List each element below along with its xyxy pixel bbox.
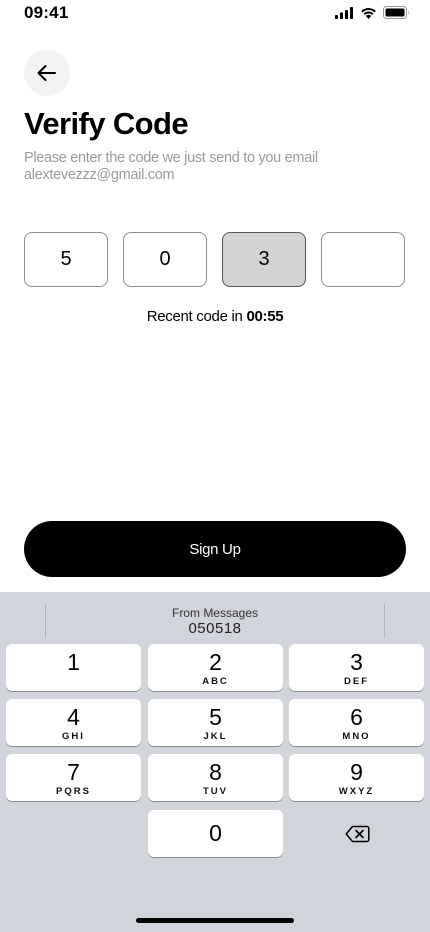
key-6[interactable]: 6 MNO (289, 699, 424, 746)
suggestion-code: 050518 (188, 620, 242, 637)
code-digit-3[interactable]: 3 (222, 232, 306, 287)
subtitle: Please enter the code we just send to yo… (24, 150, 404, 184)
key-3[interactable]: 3 DEF (289, 644, 424, 691)
key-digit: 1 (67, 649, 80, 675)
key-letters: GHI (62, 731, 85, 742)
otp-suggestion[interactable]: From Messages 050518 (45, 604, 385, 638)
code-digit-2[interactable]: 0 (123, 232, 207, 287)
key-letters: MNO (342, 731, 371, 742)
key-7[interactable]: 7 PQRS (6, 754, 141, 801)
page-title: Verify Code (24, 106, 189, 141)
key-8[interactable]: 8 TUV (148, 754, 283, 801)
status-icons (335, 6, 410, 19)
key-9[interactable]: 9 WXYZ (289, 754, 424, 801)
key-digit: 7 (67, 759, 80, 785)
resend-timer: 00:55 (246, 308, 284, 325)
suggestion-label: From Messages (171, 606, 259, 620)
resend-label: Recent code in (146, 308, 243, 325)
key-0[interactable]: 0 (148, 810, 283, 857)
key-digit: 5 (209, 704, 222, 730)
home-indicator (136, 918, 294, 923)
key-letters: PQRS (56, 786, 91, 797)
code-input-row: 5 0 3 (24, 232, 405, 287)
key-letters: TUV (203, 786, 228, 797)
back-button[interactable] (24, 50, 70, 96)
cellular-signal-icon (335, 6, 353, 19)
key-4[interactable]: 4 GHI (6, 699, 141, 746)
backspace-icon (345, 825, 370, 842)
battery-icon (383, 6, 409, 19)
code-digit-1[interactable]: 5 (24, 232, 108, 287)
numeric-keyboard: From Messages 050518 1 2 ABC 3 DEF 4 GHI… (0, 592, 430, 932)
subtitle-email: alextevezzz@gmail.com (24, 167, 175, 183)
wifi-icon (361, 7, 376, 19)
key-digit: 6 (350, 704, 363, 730)
key-digit: 3 (350, 649, 363, 675)
arrow-left-icon (37, 65, 56, 81)
status-time: 09:41 (24, 3, 69, 22)
key-2[interactable]: 2 ABC (148, 644, 283, 691)
key-digit: 0 (209, 820, 222, 846)
key-letters: WXYZ (338, 786, 375, 797)
key-5[interactable]: 5 JKL (148, 699, 283, 746)
sign-up-button[interactable]: Sign Up (24, 521, 406, 577)
key-1[interactable]: 1 (6, 644, 141, 691)
status-bar: 09:41 (0, 0, 430, 28)
key-digit: 4 (67, 704, 80, 730)
key-digit: 8 (209, 759, 222, 785)
subtitle-text: Please enter the code we just send to yo… (24, 150, 318, 166)
delete-key[interactable] (290, 810, 425, 857)
code-digit-4[interactable] (321, 232, 405, 287)
key-letters: JKL (203, 731, 228, 742)
key-letters: ABC (202, 676, 229, 687)
key-digit: 2 (209, 649, 222, 675)
resend-code: Recent code in 00:55 (0, 308, 430, 325)
key-digit: 9 (350, 759, 363, 785)
key-letters: DEF (344, 676, 369, 687)
